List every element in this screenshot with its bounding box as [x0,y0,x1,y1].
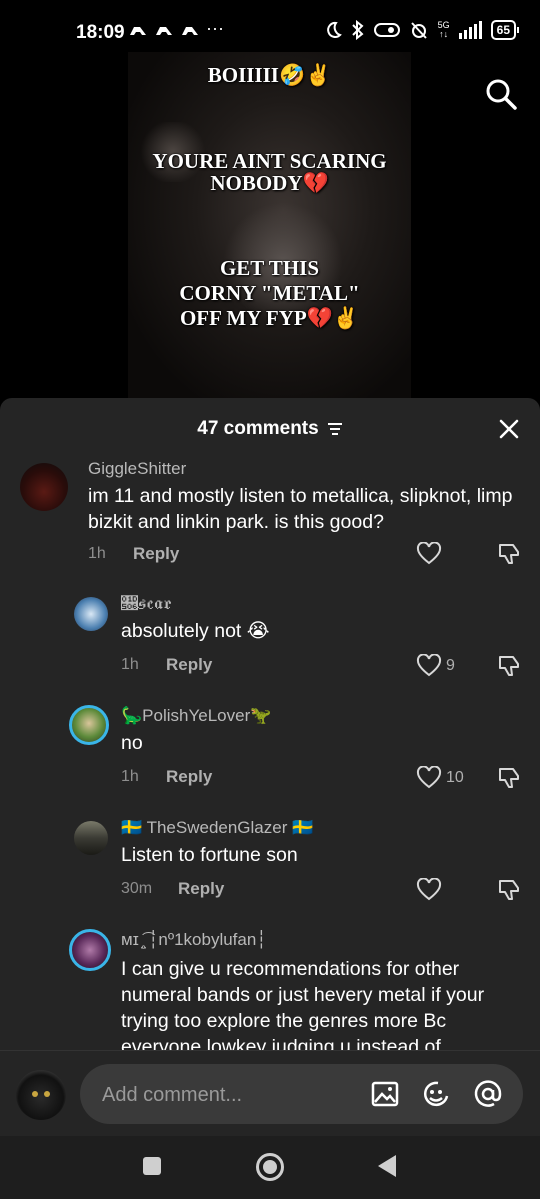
sort-filter-icon[interactable] [327,422,343,436]
like-count: 9 [446,657,455,674]
notification-app-icons [128,22,202,44]
reply-button[interactable]: Reply [166,655,212,675]
vpn-key-icon [373,23,400,37]
comment-text: im 11 and mostly listen to metallica, sl… [88,485,513,533]
dislike-icon[interactable] [497,766,521,790]
video-caption-line: OFF MY FYP💔✌️ [179,306,360,330]
reply-button[interactable]: Reply [178,879,224,899]
video-caption-line: BOIIIII🤣✌️ [207,63,332,87]
back-button[interactable] [378,1155,396,1177]
like-count: 10 [446,769,464,786]
dislike-icon[interactable] [497,654,521,678]
image-attach-icon[interactable] [369,1078,401,1110]
avatar[interactable] [20,463,68,511]
video-caption-line: NOBODY💔 [210,171,329,195]
comment-composer [0,1050,540,1137]
comment-time: 1h [121,656,139,673]
comment-count: 47 comments [197,418,319,439]
status-indicators: 5G ↑↓ 65 [324,20,520,40]
heart-icon[interactable] [416,766,442,790]
my-avatar[interactable] [16,1070,66,1120]
video-caption-line: CORNY "METAL" [179,281,360,305]
comment-input[interactable] [100,1064,354,1126]
mention-icon[interactable] [472,1078,504,1110]
comment-time: 1h [88,545,106,562]
video-caption-line: GET THIS [219,256,320,280]
video-thumbnail[interactable]: BOIIIII🤣✌️ YOURE AINT SCARING NOBODY💔 GE… [128,52,411,402]
bluetooth-icon [351,20,364,40]
heart-icon[interactable] [416,878,442,902]
status-time: 18:09 [76,22,125,43]
avatar[interactable] [69,929,111,971]
comment-text: Listen to fortune son [121,844,298,866]
emoji-icon[interactable] [420,1078,452,1110]
comment-text: absolutely not 😭 [121,620,270,642]
reply-button[interactable]: Reply [133,544,179,564]
comment-username[interactable]: 𝔆𝔰𝔠𝔞𝔯 [121,594,172,614]
network-type: 5G ↑↓ [437,20,450,39]
dislike-icon[interactable] [497,542,521,566]
comment-username[interactable]: GiggleShitter [88,459,186,479]
recents-button[interactable] [143,1157,161,1175]
avatar[interactable] [74,597,108,631]
comment-input-box[interactable] [80,1064,523,1126]
signal-icon [458,21,482,39]
comment-text: no [121,732,143,754]
moon-icon [326,21,342,38]
dislike-icon[interactable] [497,878,521,902]
more-notifications-icon: ··· [206,18,224,38]
avatar[interactable] [69,705,109,745]
close-icon[interactable] [498,418,520,440]
heart-icon[interactable] [416,654,442,678]
comment-time: 30m [121,880,153,897]
comment-username[interactable]: ᴍɪ ̤̥͡ ┆nº1kobylufan┆ [121,930,267,950]
comment-username[interactable]: 🇸🇪 TheSwedenGlazer 🇸🇪 [121,818,313,838]
avatar[interactable] [74,821,108,855]
search-icon[interactable] [484,77,518,111]
video-caption-line: YOURE AINT SCARING [152,149,387,173]
system-nav-bar [0,1136,540,1199]
alarm-off-icon [410,22,427,39]
comments-header: 47 comments [0,398,540,458]
battery-icon: 65 [490,20,520,40]
reply-button[interactable]: Reply [166,767,212,787]
home-button[interactable] [256,1153,284,1181]
comment-text: I can give u recommendations for other n… [121,958,485,1058]
comment-username[interactable]: 🦕PolishYeLover🦖 [121,706,271,726]
comment-time: 1h [121,768,139,785]
heart-icon[interactable] [416,542,442,566]
